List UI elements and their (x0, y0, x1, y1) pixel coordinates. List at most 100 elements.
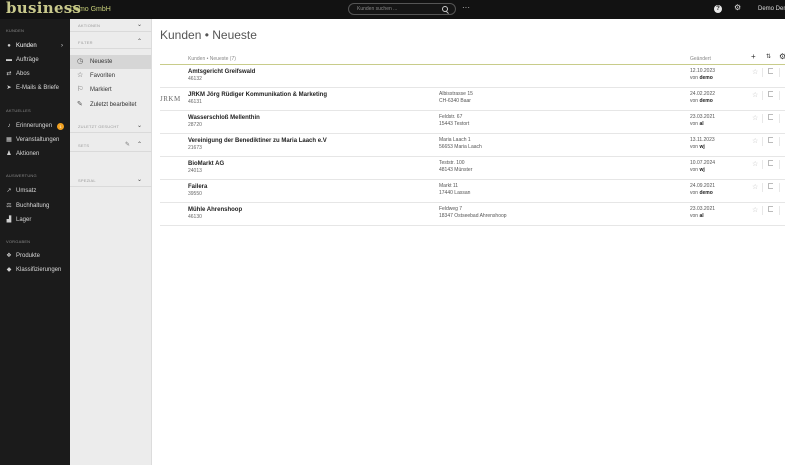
changed-date: 23.03.2021 (690, 114, 716, 120)
star-icon[interactable]: ☆ (752, 68, 758, 77)
changed-date: 12.10.2023 (690, 68, 716, 74)
customer-name[interactable]: Failera (188, 183, 207, 191)
chevron-down-icon[interactable]: ⌄ (137, 176, 142, 184)
filter-item-neueste[interactable]: ◷ Neueste (70, 55, 151, 69)
section-spezial[interactable]: SPEZIAL ⌄ (70, 174, 152, 187)
filter-item-zuletzt-bearbeitet[interactable]: ✎ Zuletzt bearbeitet (70, 98, 151, 112)
table-row[interactable]: Amtsgericht Greifswald 46132 12.10.2023 von… (160, 65, 785, 88)
changed-by-prefix: von (690, 75, 699, 81)
sidebar-item-kunden[interactable]: ● Kunden › (0, 41, 70, 52)
sidebar-item-label: Abos (16, 71, 30, 77)
divider (779, 206, 780, 215)
flag-icon[interactable] (768, 206, 773, 212)
section-zuletzt-gesucht[interactable]: ZULETZT GESUCHT ⌄ (70, 120, 152, 133)
divider (762, 68, 763, 77)
customer-logo (160, 161, 184, 175)
customer-name[interactable]: Amtsgericht Greifswald (188, 68, 255, 76)
flag-icon[interactable] (768, 114, 773, 120)
more-icon[interactable]: ··· (462, 3, 470, 13)
sidebar-item-auftraege[interactable]: ▬ Aufträge (0, 55, 70, 66)
filter-item-markiert[interactable]: ⚐ Markiert (70, 83, 151, 97)
column-header-changed[interactable]: Geändert (690, 56, 711, 62)
sort-icon[interactable]: ⇅ (766, 53, 771, 61)
search-input[interactable]: Kunden suchen ... (357, 6, 397, 13)
sidebar-item-abos[interactable]: ⇄ Abos (0, 69, 70, 80)
divider (779, 137, 780, 146)
section-aktionen[interactable]: AKTIONEN ⌄ (70, 19, 152, 32)
changed-by-prefix: von (690, 144, 699, 150)
section-sets[interactable]: SETS ✎ ⌃ (70, 139, 152, 152)
gear-icon[interactable]: ⚙ (779, 52, 785, 62)
customer-logo (160, 69, 184, 83)
table-row[interactable]: Vereinigung der Benediktiner zu Maria La… (160, 134, 785, 157)
table-row[interactable]: JRKM JRKM Jörg Rüdiger Kommunikation & Ma… (160, 88, 785, 111)
customer-street: Maria Laach 1 (439, 137, 471, 143)
sidebar-item-label: Lager (16, 217, 32, 223)
sidebar-item-label: E-Mails & Briefe (16, 85, 60, 91)
search-icon[interactable] (442, 6, 448, 12)
nav-section-auswertung: AUSWERTUNG (6, 173, 37, 178)
customer-name[interactable]: Mühle Ahrenshoop (188, 206, 242, 214)
star-icon[interactable]: ☆ (752, 160, 758, 169)
star-icon[interactable]: ☆ (752, 206, 758, 215)
customer-number: 46131 (188, 99, 202, 105)
customer-name[interactable]: JRKM Jörg Rüdiger Kommunikation & Market… (188, 91, 327, 99)
help-icon[interactable]: ? (714, 5, 722, 13)
flag-icon[interactable] (768, 160, 773, 166)
filter-item-label: Favoriten (90, 73, 116, 79)
section-filter[interactable]: FILTER ⌃ (70, 36, 152, 49)
customer-city: 56653 Maria Laach (439, 144, 482, 150)
star-icon[interactable]: ☆ (752, 114, 758, 123)
customer-name[interactable]: Wasserschloß Mellenthin (188, 114, 260, 122)
user-menu[interactable]: Demo Demo (758, 5, 785, 13)
nav-section-kunden: KUNDEN (6, 28, 25, 33)
repeat-icon: ⇄ (6, 71, 12, 77)
sidebar-item-erinnerungen[interactable]: ♪ Erinnerungen 1 (0, 121, 70, 132)
customer-name[interactable]: BioMarkt AG (188, 160, 224, 168)
table-row[interactable]: Mühle Ahrenshoop 46130 Feldweg 7 18347 Osts… (160, 203, 785, 226)
company-name[interactable]: Demo GmbH (70, 5, 111, 14)
sidebar-item-lager[interactable]: ▟ Lager (0, 215, 70, 226)
sidebar-item-label: Buchhaltung (16, 203, 50, 209)
star-icon[interactable]: ☆ (752, 91, 758, 100)
pencil-icon[interactable]: ✎ (125, 141, 130, 149)
sidebar-item-label: Erinnerungen (16, 123, 53, 129)
customer-search[interactable]: Kunden suchen ... (348, 3, 456, 15)
changed-date: 24.09.2021 (690, 183, 716, 189)
divider (779, 114, 780, 123)
star-icon[interactable]: ☆ (752, 137, 758, 146)
chevron-up-icon[interactable]: ⌃ (137, 141, 142, 149)
sidebar-item-veranstaltungen[interactable]: ▦ Veranstaltungen (0, 135, 70, 146)
changed-by: von demo (690, 190, 713, 197)
table-row[interactable]: Wasserschloß Mellenthin 28720 Feldstr. 67 1… (160, 111, 785, 134)
sidebar-item-klassifizierungen[interactable]: ◆ Klassifizierungen (0, 265, 70, 276)
flag-icon: ⚐ (77, 86, 84, 93)
sidebar-item-umsatz[interactable]: ↗ Umsatz (0, 186, 70, 197)
chevron-up-icon[interactable]: ⌃ (137, 38, 142, 46)
flag-icon[interactable] (768, 68, 773, 74)
star-icon[interactable]: ☆ (752, 183, 758, 192)
settings-icon[interactable]: ⚙ (734, 3, 741, 13)
changed-by-user: wj (699, 167, 705, 173)
sidebar-item-emails[interactable]: ➤ E-Mails & Briefe (0, 83, 70, 94)
customer-name[interactable]: Vereinigung der Benediktiner zu Maria La… (188, 137, 327, 145)
chevron-down-icon[interactable]: ⌄ (137, 21, 142, 29)
flag-icon[interactable] (768, 183, 773, 189)
orders-icon: ▬ (6, 57, 12, 63)
bell-icon: ♪ (7, 123, 11, 129)
customer-number: 21673 (188, 145, 202, 151)
add-icon[interactable]: + (751, 52, 756, 62)
table-row[interactable]: BioMarkt AG 24013 Teststr. 100 48143 Münste… (160, 157, 785, 180)
sidebar-item-buchhaltung[interactable]: ⚖ Buchhaltung (0, 201, 70, 212)
filter-item-label: Zuletzt bearbeitet (90, 102, 137, 108)
filter-item-favoriten[interactable]: ☆ Favoriten (70, 69, 151, 83)
flag-icon[interactable] (768, 91, 773, 97)
changed-by-user: wj (699, 144, 705, 150)
table-row[interactable]: Failera 39550 Markt 11 17440 Lassan 24.09.20… (160, 180, 785, 203)
filter-panel: AKTIONEN ⌄ FILTER ⌃ ◷ Neueste ☆ Favorite… (70, 19, 152, 465)
sidebar-item-aktionen[interactable]: ♟ Aktionen (0, 149, 70, 160)
flag-icon[interactable] (768, 137, 773, 143)
pencil-icon: ✎ (77, 101, 83, 108)
sidebar-item-produkte[interactable]: ❖ Produkte (0, 251, 70, 262)
chevron-down-icon[interactable]: ⌄ (137, 122, 142, 130)
